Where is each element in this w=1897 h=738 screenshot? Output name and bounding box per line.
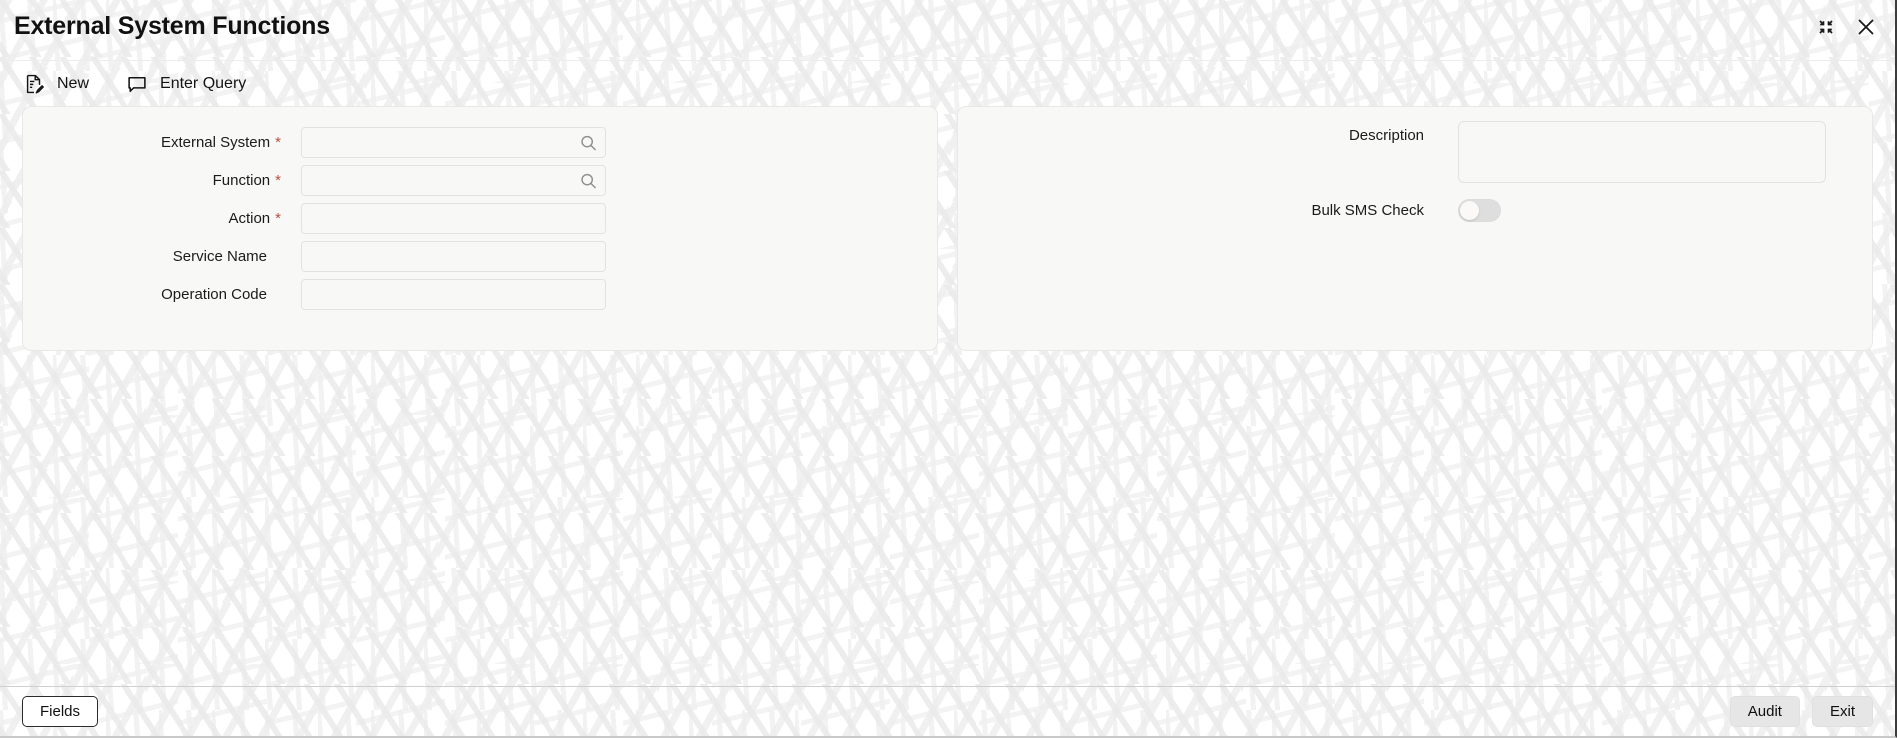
operation-code-input[interactable] <box>301 279 606 310</box>
footer-bar: Fields Audit Exit <box>0 686 1895 736</box>
required-asterisk: * <box>275 210 281 227</box>
right-form-panel: Description Bulk SMS Check <box>957 106 1873 351</box>
function-input[interactable] <box>301 165 606 196</box>
operation-code-label: Operation Code <box>161 286 267 303</box>
search-icon[interactable] <box>579 171 598 190</box>
field-row: Action * <box>23 203 937 234</box>
field-row: Service Name <box>23 241 937 272</box>
toolbar: New Enter Query <box>0 60 1895 106</box>
external-system-label: External System * <box>160 134 281 151</box>
panels-container: External System * Function * Action * Se… <box>22 106 1873 351</box>
action-input[interactable] <box>301 203 606 234</box>
field-row: Description <box>958 121 1872 183</box>
service-name-input[interactable] <box>301 241 606 272</box>
collapse-icon[interactable] <box>1813 14 1839 40</box>
bulk-sms-check-label: Bulk SMS Check <box>1311 202 1424 219</box>
speech-bubble-icon <box>125 72 149 96</box>
description-input[interactable] <box>1458 121 1826 183</box>
field-row: Bulk SMS Check <box>958 199 1872 222</box>
function-label: Function * <box>212 172 281 189</box>
field-row: Operation Code <box>23 279 937 310</box>
page-title: External System Functions <box>14 12 330 40</box>
new-button-label: New <box>57 74 90 92</box>
external-system-functions-window: External System Functions New Enter Quer… <box>0 0 1897 738</box>
new-button[interactable]: New <box>22 72 89 96</box>
external-system-input[interactable] <box>301 127 606 158</box>
required-asterisk: * <box>275 134 281 151</box>
description-label: Description <box>1348 127 1424 144</box>
form-content: External System * Function * Action * Se… <box>0 106 1895 686</box>
field-row: External System * <box>23 127 937 158</box>
footer-right-buttons: Audit Exit <box>1729 696 1873 727</box>
enter-query-button-label: Enter Query <box>160 74 247 92</box>
service-name-label: Service Name <box>172 248 267 265</box>
fields-button[interactable]: Fields <box>22 696 99 727</box>
bulk-sms-check-toggle[interactable] <box>1458 199 1501 222</box>
left-form-panel: External System * Function * Action * Se… <box>22 106 938 351</box>
audit-button[interactable]: Audit <box>1729 696 1800 727</box>
field-row: Function * <box>23 165 937 196</box>
toggle-knob <box>1460 201 1479 220</box>
exit-button[interactable]: Exit <box>1811 696 1873 727</box>
close-icon[interactable] <box>1853 14 1879 40</box>
required-asterisk: * <box>275 172 281 189</box>
title-bar: External System Functions <box>0 0 1895 60</box>
new-document-icon <box>22 72 46 96</box>
search-icon[interactable] <box>579 133 598 152</box>
window-controls <box>1813 14 1879 40</box>
action-label: Action * <box>228 210 281 227</box>
enter-query-button[interactable]: Enter Query <box>125 72 246 96</box>
